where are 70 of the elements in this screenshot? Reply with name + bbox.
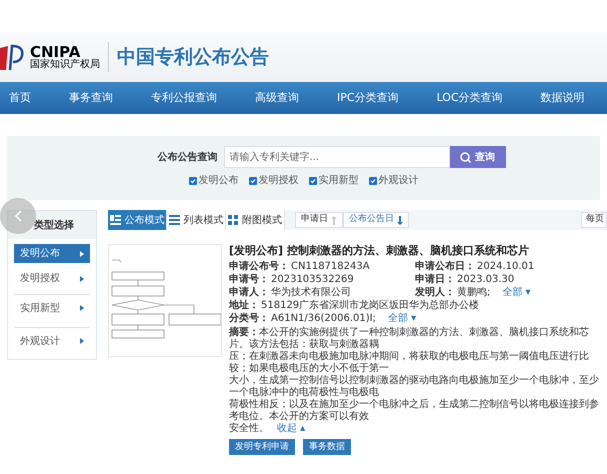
nav-link[interactable]: 首页 — [9, 90, 31, 106]
collapse-link[interactable]: 收起 ▴ — [277, 423, 306, 435]
nav-link[interactable]: 事务查询 — [69, 90, 113, 106]
checkbox[interactable] — [188, 176, 196, 184]
filter-label: 发明公布 — [198, 174, 238, 188]
search-button[interactable]: 查询 — [450, 146, 506, 168]
arrow-down-icon — [397, 216, 403, 224]
abstract-text: 荷极性相反；以及在施加至少一个电脉冲之后，生成第二控制信号以将电极连接到参考电位。本公开的方案可以有效 — [229, 399, 600, 422]
abstract-text: 大小，生成第一控制信号以控制刺激器的驱动电路向电极施加至少一个电脉冲，至少一个电脉冲中的电荷极性与电极电 — [229, 375, 600, 398]
search-label: 公布公告查询 — [158, 150, 218, 164]
sidebar-title: 类型选择 — [34, 218, 74, 232]
field-value: 2023.03.30 — [457, 273, 514, 286]
field-value: 2024.10.01 — [477, 260, 534, 273]
field-label: 分类号： — [229, 312, 269, 325]
caret-icon — [80, 276, 84, 282]
nav-link[interactable]: IPC分类查询 — [337, 90, 399, 106]
abstract-text: 压；在刺激器未向电极施加电脉冲期间，将获取的电极电压与第一阈值电压进行比较；如果电极电压的大小不低于第一 — [229, 351, 590, 374]
field-label: 申请人： — [229, 286, 269, 299]
field-value: 2023103532269 — [271, 273, 354, 286]
filter-label: 外观设计 — [378, 174, 418, 188]
field-value: 518129广东省深圳市龙岗区坂田华为总部办公楼 — [261, 299, 480, 312]
view-mode-tab[interactable]: 列表模式 — [167, 210, 226, 230]
nav-link[interactable]: LOC分类查询 — [436, 90, 503, 106]
view-mode-tab[interactable]: 公布模式 — [108, 210, 167, 230]
field-value: 黄鹏鸣; — [457, 286, 490, 299]
field-value: A61N1/36(2006.01)I; — [271, 312, 376, 325]
checkbox[interactable] — [308, 176, 316, 184]
summary-view-icon — [110, 215, 120, 225]
logo-subtitle: 国家知识产权局 — [30, 60, 100, 70]
field-label: 发明人： — [415, 286, 455, 299]
nav-link[interactable]: 数据说明 — [540, 90, 585, 106]
list-icon — [168, 215, 180, 225]
logo-icon — [0, 42, 26, 72]
caret-icon — [80, 305, 84, 311]
field-value: CN118718243A — [291, 260, 370, 273]
field-label: 申请号： — [229, 273, 269, 286]
field-value: 华为技术有限公司 — [271, 286, 351, 299]
view-mode-tab[interactable]: 附图模式 — [226, 210, 285, 230]
result-title[interactable]: [发明公布] 控制刺激器的方法、刺激器、脑机接口系统和芯片 — [229, 244, 607, 257]
sort-button[interactable]: 公布公告日 — [343, 212, 409, 228]
per-page-label: 每页 — [581, 212, 607, 228]
abstract-text: 摘要：本公开的实施例提供了一种控制刺激器的方法、刺激器、脑机接口系统和芯片。该方法包括：获取与刺激器耦 — [229, 327, 590, 350]
field-label: 申请日： — [415, 273, 455, 286]
site-title: 中国专利公布公告 — [117, 44, 269, 70]
caret-icon — [80, 338, 84, 344]
show-all-link[interactable]: 全部 ▾ — [388, 312, 416, 325]
field-label: 申请公布号： — [229, 260, 289, 273]
logo-text: CNIPA — [30, 44, 80, 60]
action-button[interactable]: 事务数据 — [303, 439, 351, 455]
search-icon — [460, 152, 471, 162]
field-label: 地址： — [229, 299, 259, 312]
filter-label: 发明授权 — [258, 174, 298, 188]
sidebar-item[interactable]: 外观设计 — [14, 327, 90, 354]
filter-label: 实用新型 — [318, 174, 358, 188]
arrow-up-icon — [331, 216, 337, 224]
grid-icon — [228, 215, 238, 225]
nav-link[interactable]: 专利公报查询 — [151, 90, 217, 106]
checkbox[interactable] — [368, 176, 376, 184]
show-all-link[interactable]: 全部 ▾ — [502, 286, 531, 299]
sidebar-item[interactable]: 发明授权 — [14, 269, 90, 288]
checkbox[interactable] — [248, 176, 256, 184]
sort-button[interactable]: 申请日 — [295, 212, 343, 228]
search-field[interactable]: 请输入专利关键字... — [224, 146, 450, 168]
sidebar-item[interactable]: 发明公布 — [14, 244, 90, 263]
action-button[interactable]: 发明专利申请 — [229, 439, 295, 455]
abstract-text: 安全性。 — [229, 423, 269, 435]
caret-icon — [80, 250, 84, 256]
nav-link[interactable]: 高级查询 — [255, 90, 299, 106]
field-label: 申请公布日： — [415, 260, 475, 273]
sidebar-item[interactable]: 实用新型 — [14, 294, 90, 321]
